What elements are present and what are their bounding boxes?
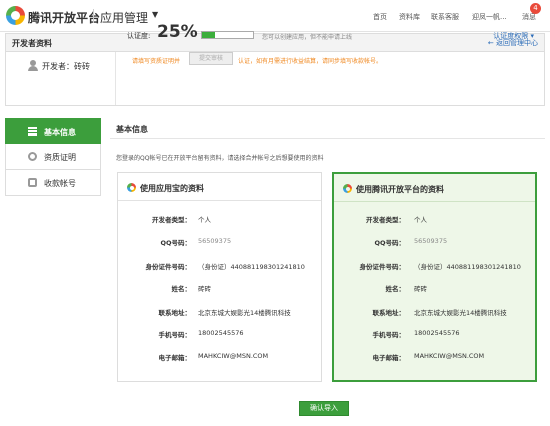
chevron-down-icon: ▾ (530, 32, 534, 40)
message-count-badge: 4 (530, 3, 541, 14)
section-title[interactable]: 应用管理 (100, 9, 148, 26)
brand-title[interactable]: 腾讯开放平台 (28, 9, 100, 26)
field-value: （身份证）440881198301241810 (198, 263, 305, 271)
auth-level-percent: 25% (157, 22, 198, 42)
field-value: 56509375 (198, 237, 232, 245)
field-label: 开发者类型： (152, 216, 191, 224)
field-value: 个人 (198, 216, 211, 224)
tencent-logo-icon[interactable] (6, 6, 25, 25)
field-label: QQ号码： (374, 239, 405, 247)
chevron-down-icon[interactable]: ▼ (152, 10, 158, 19)
list-icon (28, 127, 37, 136)
user-icon (28, 60, 38, 71)
sidebar-item-qualification[interactable]: 资质证明 (5, 144, 101, 170)
row-email: 电子邮箱： MAHKCIW@MSN.COM (118, 352, 321, 362)
row-phone: 手机号码： 18002545576 (118, 329, 321, 339)
field-value: 个人 (414, 216, 427, 224)
auth-progress-fill (202, 32, 215, 38)
row-phone: 手机号码： 18002545576 (334, 329, 535, 339)
nav-home[interactable]: 首页 (373, 12, 387, 22)
row-name: 姓名： 砖砖 (118, 283, 321, 293)
field-label: 联系地址： (158, 309, 192, 317)
field-value: MAHKCIW@MSN.COM (198, 352, 269, 360)
row-email: 电子邮箱： MAHKCIW@MSN.COM (334, 352, 535, 362)
developer-name-label: 开发者： (42, 62, 74, 71)
row-qq-number: QQ号码： 56509375 (118, 237, 321, 247)
developer-name: 开发者：砖砖 (42, 61, 90, 72)
nav-user[interactable]: 迎凤一帆... (472, 12, 507, 22)
field-value: 18002545576 (414, 329, 460, 337)
auth-permission-label: 认证度权限 (493, 32, 529, 40)
field-label: 手机号码： (158, 331, 192, 339)
nav-support[interactable]: 联系客服 (431, 12, 459, 22)
brand-divider (93, 9, 94, 23)
developer-panel-title: 开发者资料 (12, 39, 52, 48)
field-label: 电子邮箱： (372, 354, 406, 362)
auth-level-label: 认证度: (127, 32, 151, 40)
sidebar-item-basic-info[interactable]: 基本信息 (5, 118, 101, 144)
row-address: 联系地址： 北京东城大娱影光14楼腾讯科技 (334, 307, 535, 317)
field-value: 北京东城大娱影光14楼腾讯科技 (414, 309, 507, 317)
row-id-number: 身份证件号码： （身份证）440881198301241810 (118, 261, 321, 271)
field-label: 电子邮箱： (158, 354, 192, 362)
field-label: 姓名： (385, 285, 406, 293)
row-developer-type: 开发者类型： 个人 (334, 214, 535, 224)
sidebar-item-label: 基本信息 (44, 128, 76, 137)
field-value: 砖砖 (414, 285, 427, 293)
auth-permission-link[interactable]: 认证度权限 ▾ (493, 31, 534, 41)
sidebar-item-label: 收款帐号 (44, 179, 76, 188)
card-title: 使用应用宝的资料 (140, 184, 204, 193)
warning-suffix: 认证，如有月需进行收益结算，请同步填写收款帐号。 (238, 58, 383, 65)
row-id-number: 身份证件号码： （身份证）440881198301241810 (334, 261, 535, 271)
row-developer-type: 开发者类型： 个人 (118, 214, 321, 224)
sidebar-item-payment-account[interactable]: 收款帐号 (5, 170, 101, 196)
card-title: 使用腾讯开放平台的资料 (356, 185, 444, 194)
field-value: 北京东城大娱影光14楼腾讯科技 (198, 309, 291, 317)
certificate-icon (28, 152, 37, 161)
developer-identity: 开发者：砖砖 (6, 52, 116, 105)
field-value: 砖砖 (198, 285, 211, 293)
confirm-import-button[interactable]: 确认导入 (299, 401, 349, 416)
card-header: 使用腾讯开放平台的资料 (334, 174, 535, 202)
nav-library[interactable]: 资料库 (399, 12, 420, 22)
auth-progress-bar (201, 31, 254, 39)
section-divider (110, 138, 545, 139)
field-label: 姓名： (171, 285, 192, 293)
field-value: 56509375 (414, 237, 448, 245)
tencent-logo-icon (343, 184, 352, 193)
wallet-icon (28, 178, 37, 187)
profile-card-open-platform[interactable]: 使用腾讯开放平台的资料 开发者类型： 个人 QQ号码： 56509375 身份证件号… (332, 172, 537, 382)
developer-panel: 开发者资料 ← 返回管理中心 开发者：砖砖 (5, 33, 545, 106)
card-header: 使用应用宝的资料 (118, 173, 321, 201)
profile-card-yingyongbao[interactable]: 使用应用宝的资料 开发者类型： 个人 QQ号码： 56509375 身份证件号码： （… (117, 172, 322, 382)
field-label: 身份证件号码： (145, 263, 192, 271)
field-label: 手机号码： (372, 331, 406, 339)
field-value: MAHKCIW@MSN.COM (414, 352, 485, 360)
submit-review-button[interactable]: 提交审核 (189, 52, 233, 65)
field-label: QQ号码： (160, 239, 191, 247)
sidebar-item-label: 资质证明 (44, 153, 76, 162)
row-name: 姓名： 砖砖 (334, 283, 535, 293)
field-label: 身份证件号码： (359, 263, 406, 271)
main-description: 您登录的QQ帐号已在开放平台留有资料，请选择合并帐号之后想要使用的资料 (116, 155, 324, 162)
field-label: 联系地址： (372, 309, 406, 317)
sidebar: 基本信息 资质证明 收款帐号 (5, 118, 101, 196)
auth-level-note: 您可以创建应用，但不能申请上线 (262, 34, 353, 41)
warning-prefix: 请填写资质证明并 (132, 58, 181, 65)
field-label: 开发者类型： (366, 216, 405, 224)
developer-name-value: 砖砖 (74, 62, 90, 71)
row-address: 联系地址： 北京东城大娱影光14楼腾讯科技 (118, 307, 321, 317)
row-qq-number: QQ号码： 56509375 (334, 237, 535, 247)
tencent-logo-icon (127, 183, 136, 192)
field-value: 18002545576 (198, 329, 244, 337)
main-section-title: 基本信息 (116, 125, 148, 134)
top-bar: 腾讯开放平台 应用管理 ▼ 首页 资料库 联系客服 迎凤一帆... 消息 4 (0, 0, 550, 32)
field-value: （身份证）440881198301241810 (414, 263, 521, 271)
